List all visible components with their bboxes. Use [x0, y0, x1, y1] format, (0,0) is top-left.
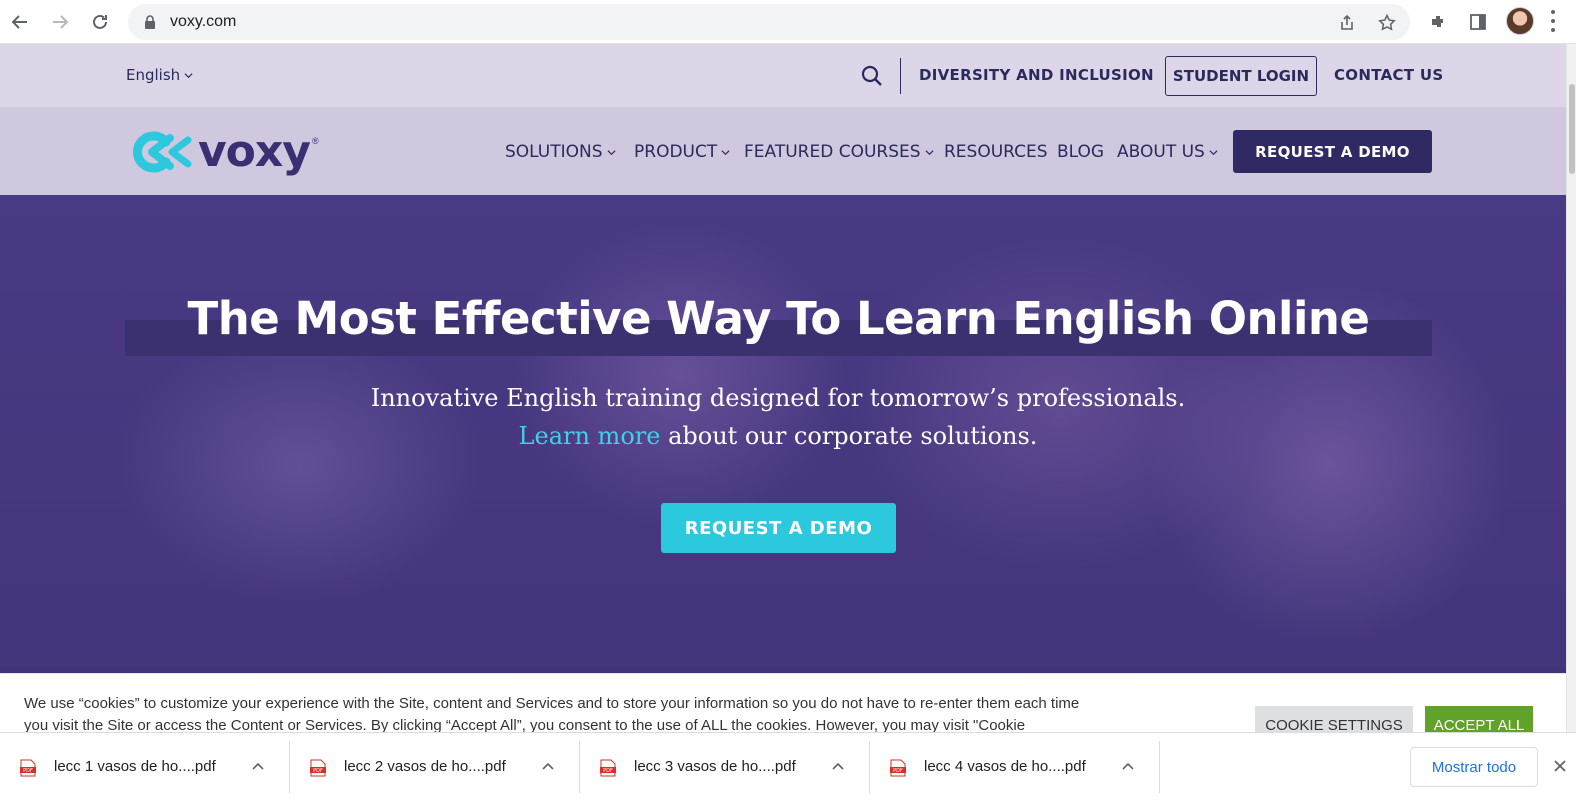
close-icon[interactable]: [1552, 758, 1568, 774]
request-demo-nav-button[interactable]: REQUEST A DEMO: [1233, 130, 1432, 173]
side-panel-icon[interactable]: [1464, 8, 1492, 36]
pdf-badge: PDF: [313, 768, 323, 774]
reload-icon[interactable]: [86, 8, 114, 36]
avatar[interactable]: [1506, 7, 1534, 35]
download-filename: lecc 4 vasos de ho....pdf: [924, 758, 1086, 775]
pdf-badge: PDF: [893, 768, 903, 774]
cookie-text: We use “cookies” to customize your exper…: [24, 695, 1080, 732]
chevron-down-icon: [721, 149, 730, 155]
download-bar: PDF lecc 1 vasos de ho....pdf PDF lecc 2…: [0, 732, 1576, 800]
show-all-downloads-button[interactable]: Mostrar todo: [1410, 747, 1538, 787]
nav-blog-label: BLOG: [1057, 142, 1105, 162]
divider: [900, 58, 901, 94]
nav-featured-courses[interactable]: FEATURED COURSES: [744, 142, 934, 162]
hero-subtitle: Innovative English training designed for…: [370, 384, 1186, 412]
page-scrollbar[interactable]: [1566, 44, 1576, 732]
learn-more-link[interactable]: Learn more: [519, 422, 661, 450]
hero-section: English DIVERSITY AND INCLUSION STUDENT …: [0, 44, 1566, 732]
contact-link[interactable]: CONTACT US: [1334, 66, 1443, 84]
chevron-up-icon[interactable]: [540, 759, 556, 775]
cookie-settings-button[interactable]: COOKIE SETTINGS: [1255, 706, 1413, 732]
nav-blog[interactable]: BLOG: [1057, 142, 1104, 162]
nav-about-us-label: ABOUT US: [1117, 142, 1205, 162]
menu-icon[interactable]: [1550, 10, 1556, 32]
download-filename: lecc 3 vasos de ho....pdf: [634, 758, 796, 775]
forward-icon[interactable]: [46, 8, 74, 36]
pdf-file-icon: PDF: [890, 759, 906, 777]
nav-resources-label: RESOURCES: [944, 142, 1048, 162]
page-title: The Most Effective Way To Learn English …: [187, 292, 1370, 345]
browser-toolbar: voxy.com: [0, 0, 1576, 44]
nav-solutions-label: SOLUTIONS: [505, 142, 603, 162]
url-text[interactable]: voxy.com: [170, 13, 236, 31]
chevron-up-icon[interactable]: [1120, 759, 1136, 775]
address-bar[interactable]: voxy.com: [128, 4, 1410, 40]
language-selector[interactable]: English: [126, 66, 193, 84]
share-icon[interactable]: [1336, 12, 1358, 34]
language-label: English: [126, 66, 181, 84]
download-filename: lecc 1 vasos de ho....pdf: [54, 758, 216, 775]
download-item[interactable]: PDF lecc 2 vasos de ho....pdf: [290, 741, 580, 793]
pdf-badge: PDF: [603, 768, 613, 774]
pdf-file-icon: PDF: [20, 759, 36, 777]
chevron-down-icon: [184, 72, 193, 78]
hero-learn-more-line: Learn more about our corporate solutions…: [0, 422, 1556, 450]
voxy-logo[interactable]: voxy ®: [126, 128, 319, 176]
scrollbar-thumb[interactable]: [1569, 84, 1575, 174]
chevron-down-icon: [1209, 149, 1218, 155]
pdf-badge: PDF: [23, 768, 33, 774]
diversity-link[interactable]: DIVERSITY AND INCLUSION: [919, 66, 1154, 84]
download-item[interactable]: PDF lecc 1 vasos de ho....pdf: [0, 741, 290, 793]
chevron-up-icon[interactable]: [830, 759, 846, 775]
download-item[interactable]: PDF lecc 3 vasos de ho....pdf: [580, 741, 870, 793]
search-icon[interactable]: [860, 64, 884, 88]
chevron-down-icon: [925, 149, 934, 155]
learn-more-rest: about our corporate solutions.: [660, 422, 1038, 450]
registered-mark: ®: [311, 136, 319, 146]
pdf-file-icon: PDF: [600, 759, 616, 777]
utility-bar: English DIVERSITY AND INCLUSION STUDENT …: [0, 44, 1566, 107]
page-viewport: English DIVERSITY AND INCLUSION STUDENT …: [0, 44, 1566, 732]
nav-about-us[interactable]: ABOUT US: [1117, 142, 1218, 162]
nav-solutions[interactable]: SOLUTIONS: [505, 142, 616, 162]
pdf-file-icon: PDF: [310, 759, 326, 777]
logo-text: voxy: [198, 126, 311, 177]
chevron-up-icon[interactable]: [250, 759, 266, 775]
logo-mark-icon: [133, 131, 192, 173]
request-demo-hero-button[interactable]: REQUEST A DEMO: [661, 503, 896, 553]
accept-all-button[interactable]: ACCEPT ALL: [1425, 706, 1533, 732]
download-filename: lecc 2 vasos de ho....pdf: [344, 758, 506, 775]
chevron-down-icon: [607, 149, 616, 155]
star-icon[interactable]: [1376, 12, 1398, 34]
nav-resources[interactable]: RESOURCES: [944, 142, 1048, 162]
cookie-banner: We use “cookies” to customize your exper…: [0, 673, 1566, 732]
nav-featured-courses-label: FEATURED COURSES: [744, 142, 921, 162]
lock-icon[interactable]: [144, 15, 156, 34]
extensions-icon[interactable]: [1424, 8, 1452, 36]
nav-product[interactable]: PRODUCT: [634, 142, 730, 162]
nav-product-label: PRODUCT: [634, 142, 718, 162]
download-item[interactable]: PDF lecc 4 vasos de ho....pdf: [870, 741, 1160, 793]
back-icon[interactable]: [6, 8, 34, 36]
student-login-button[interactable]: STUDENT LOGIN: [1165, 56, 1317, 96]
